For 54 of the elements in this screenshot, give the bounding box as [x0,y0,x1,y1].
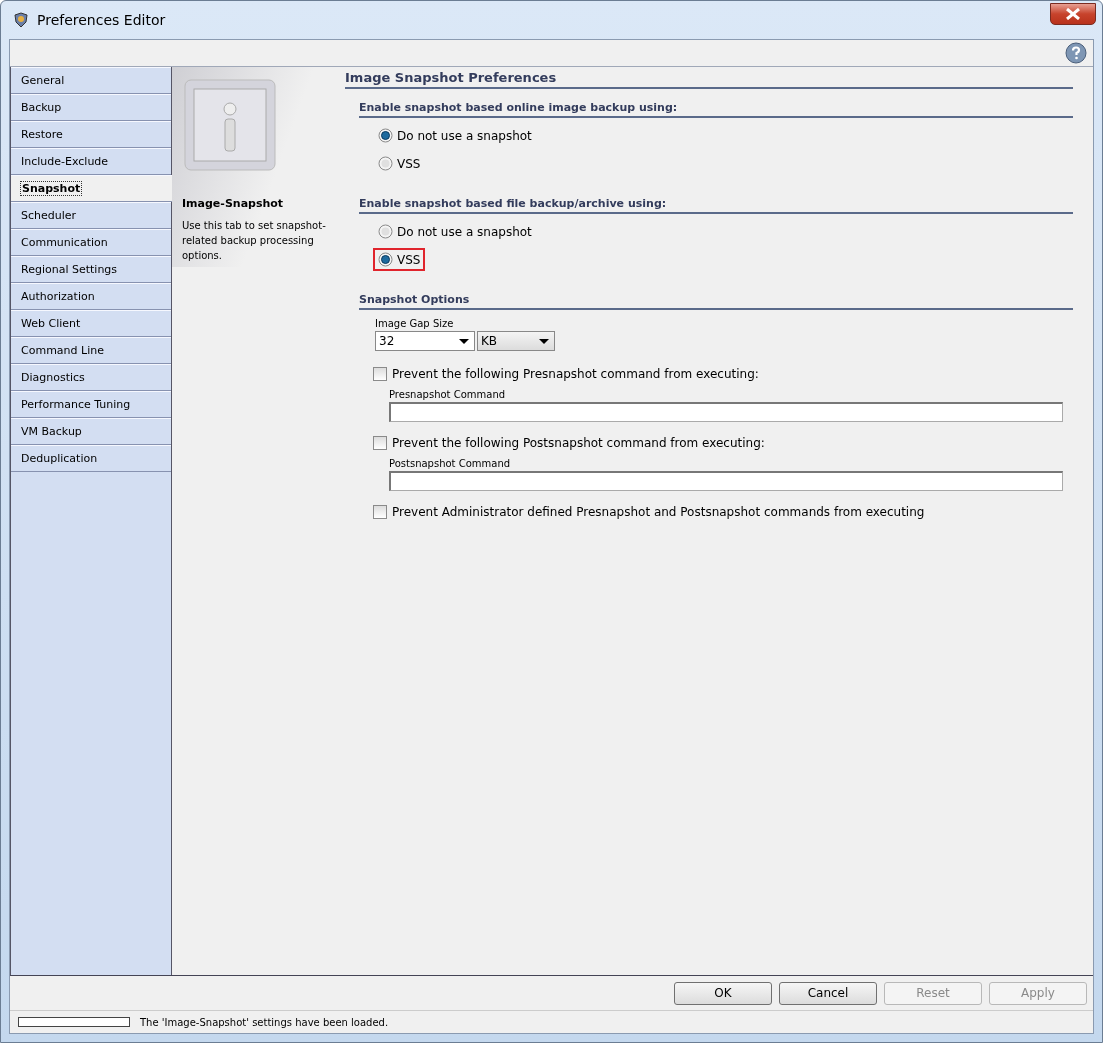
radio-option[interactable]: Do not use a snapshot [373,124,537,147]
dialog-button[interactable]: Cancel [779,981,877,1005]
sidebar-tab[interactable]: Diagnostics [11,364,171,391]
radio-icon [378,156,393,171]
checkbox-option[interactable]: Prevent the following Presnapshot command from executing: [373,363,759,385]
help-button[interactable] [1065,42,1087,64]
field-label: Image Gap Size [375,318,455,329]
page-title: Image Snapshot Preferences [345,67,1073,89]
sidebar-tab[interactable]: Performance Tuning [11,391,171,418]
section-heading: Snapshot Options [359,281,1073,310]
section-heading: Enable snapshot based online image backup using: [359,89,1073,118]
sidebar-tab[interactable]: Regional Settings [11,256,171,283]
field-label: Postsnapshot Command [389,458,512,469]
sidebar-tab[interactable]: Snapshot [11,175,172,202]
radio-icon [378,224,393,239]
checkbox[interactable] [373,367,387,381]
sidebar-tab[interactable]: Backup [11,94,171,121]
sidebar-tab[interactable]: Web Client [11,310,171,337]
panel-title: Image-Snapshot [182,197,285,210]
sidebar-tab[interactable]: Command Line [11,337,171,364]
sidebar-tab[interactable]: Restore [11,121,171,148]
status-message: The 'Image-Snapshot' settings have been loaded. [140,1016,389,1028]
sidebar-tab[interactable]: Deduplication [11,445,171,472]
command-input[interactable] [389,402,1063,422]
close-icon [1064,8,1082,20]
sidebar-tab[interactable]: Authorization [11,283,171,310]
help-icon [1065,42,1087,64]
gap-size-combo[interactable]: 32 [375,331,475,351]
radio-option[interactable]: VSS [373,152,426,175]
dropdown-arrow-icon [459,338,469,344]
panel-description: Use this tab to set snapshot-related backup processing options. [182,219,327,263]
radio-option[interactable]: VSS [373,248,426,271]
radio-option[interactable]: Do not use a snapshot [373,220,537,243]
checkbox[interactable] [373,505,387,519]
checkbox-option[interactable]: Prevent Administrator defined Presnapshot and Postsnapshot commands from executing [373,501,925,523]
dialog-button[interactable]: OK [674,981,772,1005]
sidebar-tab[interactable]: Include-Exclude [11,148,171,175]
info-icon [184,79,276,171]
radio-icon [378,252,393,267]
window-title: Preferences Editor [37,12,166,28]
unit-dropdown[interactable]: KB [477,331,555,351]
radio-icon [378,128,393,143]
sidebar-tab[interactable]: VM Backup [11,418,171,445]
close-button[interactable] [1050,3,1096,25]
checkbox-option[interactable]: Prevent the following Postsnapshot command from executing: [373,432,765,454]
checkbox[interactable] [373,436,387,450]
sidebar-tab[interactable]: Scheduler [11,202,171,229]
command-input[interactable] [389,471,1063,491]
field-label: Presnapshot Command [389,389,507,400]
dropdown-arrow-icon [539,338,549,344]
sidebar-tab[interactable]: Communication [11,229,171,256]
app-icon [13,12,29,28]
sidebar-tab[interactable]: General [11,67,171,94]
section-heading: Enable snapshot based file backup/archive using: [359,185,1073,214]
